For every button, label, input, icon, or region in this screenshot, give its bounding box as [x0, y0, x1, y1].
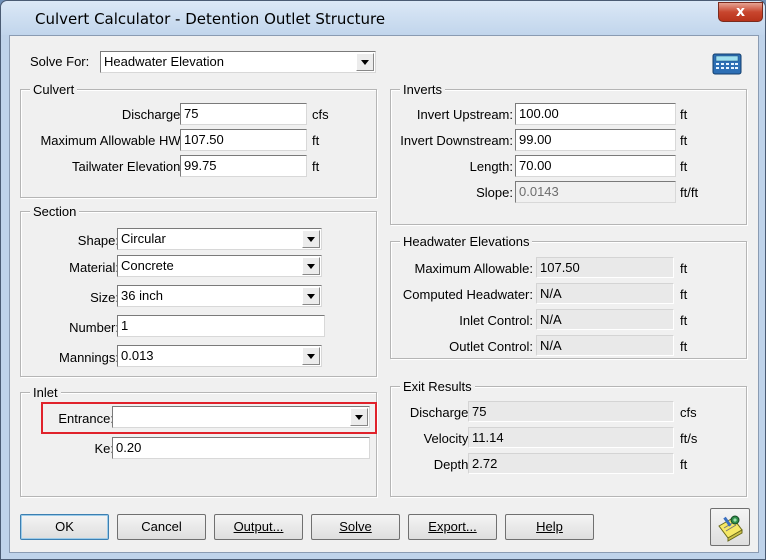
invert-downstream-unit: ft — [680, 133, 688, 148]
inlet-control-unit: ft — [680, 313, 688, 328]
depth-label: Depth: — [433, 457, 472, 472]
invert-downstream-label: Invert Downstream: — [400, 133, 513, 148]
close-icon: x — [735, 4, 746, 20]
output-button[interactable]: Output... — [214, 514, 303, 540]
tailwater-label: Tailwater Elevation: — [72, 159, 184, 174]
chevron-down-icon[interactable] — [350, 408, 368, 426]
solve-for-dropdown[interactable]: Headwater Elevation — [100, 51, 376, 73]
length-unit: ft — [680, 159, 688, 174]
velocity-unit: ft/s — [680, 431, 698, 446]
exit-discharge-value: 75 — [468, 401, 674, 422]
size-label: Size: — [90, 290, 119, 305]
chevron-down-icon[interactable] — [302, 257, 320, 275]
mannings-value: 0.013 — [121, 348, 154, 363]
depth-unit: ft — [680, 457, 688, 472]
shape-label: Shape: — [77, 233, 119, 248]
inverts-group: Inverts Invert Upstream: 100.00 ft Inver… — [390, 82, 747, 225]
section-group-title: Section — [30, 204, 80, 219]
inverts-group-title: Inverts — [400, 82, 446, 97]
computed-headwater-label: Computed Headwater: — [402, 287, 533, 302]
window-title: Culvert Calculator - Detention Outlet St… — [35, 10, 386, 28]
outlet-control-value: N/A — [536, 335, 674, 356]
entrance-dropdown[interactable] — [112, 406, 370, 428]
invert-downstream-input[interactable]: 99.00 — [515, 129, 676, 151]
inlet-group: Inlet Entrance: Ke: 0.20 — [20, 385, 377, 497]
output-button-label: Output... — [233, 519, 284, 534]
velocity-label: Velocity: — [423, 431, 472, 446]
culvert-group-title: Culvert — [30, 82, 78, 97]
velocity-value: 11.14 — [468, 427, 674, 448]
ke-input[interactable]: 0.20 — [112, 437, 370, 459]
help-button[interactable]: Help — [505, 514, 594, 540]
mannings-label: Mannings: — [59, 350, 119, 365]
chevron-down-icon[interactable] — [302, 287, 320, 305]
section-group: Section Shape: Circular Material: Concre… — [20, 204, 377, 377]
help-button-label: Help — [536, 519, 563, 534]
length-input[interactable]: 70.00 — [515, 155, 676, 177]
exit-results-group: Exit Results Discharge: 75 cfs Velocity:… — [390, 379, 747, 497]
number-label: Number: — [69, 320, 119, 335]
chevron-down-icon[interactable] — [302, 347, 320, 365]
invert-upstream-label: Invert Upstream: — [416, 107, 513, 122]
number-input[interactable]: 1 — [117, 315, 325, 337]
slope-input: 0.0143 — [515, 181, 676, 203]
culvert-group: Culvert Discharge: 75 cfs Maximum Allowa… — [20, 82, 377, 198]
solve-for-label: Solve For: — [30, 54, 90, 69]
material-dropdown[interactable]: Concrete — [117, 255, 322, 277]
headwater-group-title: Headwater Elevations — [400, 234, 533, 249]
invert-upstream-input[interactable]: 100.00 — [515, 103, 676, 125]
cancel-button[interactable]: Cancel — [117, 514, 206, 540]
inlet-group-title: Inlet — [30, 385, 61, 400]
tailwater-unit: ft — [312, 159, 320, 174]
entrance-label: Entrance: — [58, 411, 114, 426]
hw-max-allowable-unit: ft — [680, 261, 688, 276]
solve-for-value: Headwater Elevation — [104, 54, 224, 69]
mannings-dropdown[interactable]: 0.013 — [117, 345, 322, 367]
solve-button[interactable]: Solve — [311, 514, 400, 540]
solve-button-label: Solve — [339, 519, 372, 534]
depth-value: 2.72 — [468, 453, 674, 474]
dialog-client-area: Solve For: Headwater Elevation Culvert D… — [9, 35, 759, 553]
title-bar[interactable]: Culvert Calculator - Detention Outlet St… — [1, 1, 765, 35]
exit-discharge-label: Discharge: — [409, 405, 472, 420]
hw-max-allowable-value: 107.50 — [536, 257, 674, 278]
inlet-control-label: Inlet Control: — [459, 313, 533, 328]
shape-value: Circular — [121, 231, 166, 246]
export-button[interactable]: Export... — [408, 514, 497, 540]
discharge-label: Discharge: — [121, 107, 184, 122]
chevron-down-icon[interactable] — [302, 230, 320, 248]
size-dropdown[interactable]: 36 inch — [117, 285, 322, 307]
outlet-control-unit: ft — [680, 339, 688, 354]
close-button[interactable]: x — [718, 2, 763, 22]
computed-headwater-unit: ft — [680, 287, 688, 302]
hw-max-allowable-label: Maximum Allowable: — [414, 261, 534, 276]
ok-button[interactable]: OK — [20, 514, 109, 540]
culvert-calculator-window: Culvert Calculator - Detention Outlet St… — [0, 0, 766, 560]
exit-discharge-unit: cfs — [680, 405, 697, 420]
inlet-control-value: N/A — [536, 309, 674, 330]
length-label: Length: — [469, 159, 513, 174]
tailwater-input[interactable]: 99.75 — [180, 155, 307, 177]
discharge-unit: cfs — [312, 107, 329, 122]
computed-headwater-value: N/A — [536, 283, 674, 304]
invert-upstream-unit: ft — [680, 107, 688, 122]
max-hw-input[interactable]: 107.50 — [180, 129, 307, 151]
discharge-input[interactable]: 75 — [180, 103, 307, 125]
slope-unit: ft/ft — [680, 185, 699, 200]
export-button-label: Export... — [428, 519, 477, 534]
exit-results-group-title: Exit Results — [400, 379, 475, 394]
headwater-elevations-group: Headwater Elevations Maximum Allowable: … — [390, 234, 747, 359]
material-label: Material: — [69, 260, 119, 275]
material-value: Concrete — [121, 258, 174, 273]
notepad-pencil-icon — [715, 512, 745, 550]
chevron-down-icon[interactable] — [356, 53, 374, 71]
slope-label: Slope: — [476, 185, 513, 200]
size-value: 36 inch — [121, 288, 163, 303]
notes-button[interactable] — [710, 508, 750, 546]
max-hw-label: Maximum Allowable HW: — [40, 133, 184, 148]
outlet-control-label: Outlet Control: — [449, 339, 533, 354]
calculator-icon[interactable] — [712, 53, 742, 75]
max-hw-unit: ft — [312, 133, 320, 148]
shape-dropdown[interactable]: Circular — [117, 228, 322, 250]
